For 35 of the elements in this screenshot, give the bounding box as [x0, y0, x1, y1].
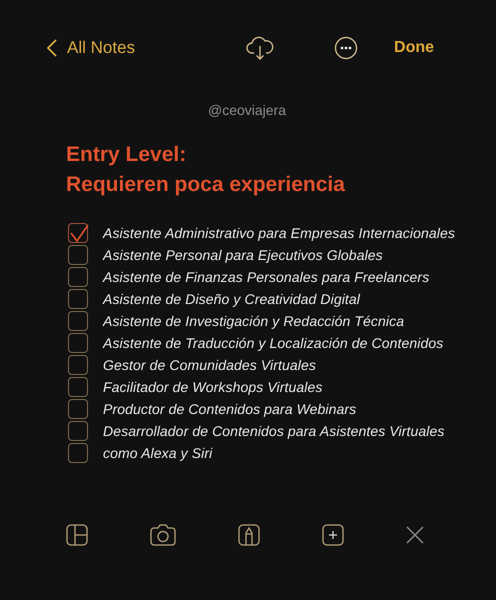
checkbox[interactable] — [68, 267, 88, 287]
checkbox[interactable] — [68, 289, 88, 309]
table-icon[interactable] — [66, 524, 88, 546]
pencil-icon[interactable] — [238, 524, 260, 546]
checkbox[interactable] — [68, 223, 88, 243]
checklist-item: Asistente de Diseño y Creatividad Digital — [103, 291, 360, 307]
back-link[interactable]: All Notes — [46, 38, 136, 58]
checklist-item: Productor de Contenidos para Webinars — [103, 401, 356, 417]
checklist-item: Desarrollador de Contenidos para Asistentes Virtuales — [103, 423, 444, 439]
done-button[interactable]: Done — [394, 39, 434, 57]
checklist-item: como Alexa y Siri — [103, 445, 212, 461]
note-title: Entry Level: — [66, 142, 186, 168]
checklist-item: Asistente de Investigación y Redacción Técnica — [103, 313, 404, 329]
checkbox[interactable] — [68, 355, 88, 375]
checkbox[interactable] — [68, 443, 88, 463]
checkbox[interactable] — [68, 421, 88, 441]
add-icon[interactable] — [322, 524, 344, 546]
checklist-item: Facilitador de Workshops Virtuales — [103, 379, 322, 395]
chevron-left-icon — [46, 38, 58, 58]
more-icon[interactable] — [334, 36, 358, 60]
checklist-item: Asistente de Traducción y Localización de Contenidos — [103, 335, 444, 351]
camera-icon[interactable] — [150, 524, 176, 546]
close-icon[interactable] — [406, 526, 424, 544]
username-text: @ceoviajera — [206, 102, 288, 118]
checklist-item: Asistente Personal para Ejecutivos Globales — [103, 247, 383, 263]
checkbox[interactable] — [68, 311, 88, 331]
cloud-download-icon[interactable] — [245, 35, 276, 61]
checklist-item: Asistente de Finanzas Personales para Freelancers — [103, 269, 430, 285]
checklist-item: Gestor de Comunidades Virtuales — [103, 357, 316, 373]
checkbox[interactable] — [68, 377, 88, 397]
checkbox[interactable] — [68, 245, 88, 265]
note-title: Requieren poca experiencia — [66, 172, 345, 198]
checkbox[interactable] — [68, 399, 88, 419]
checklist-item: Asistente Administrativo para Empresas Internacionales — [103, 225, 455, 241]
checkbox[interactable] — [68, 333, 88, 353]
